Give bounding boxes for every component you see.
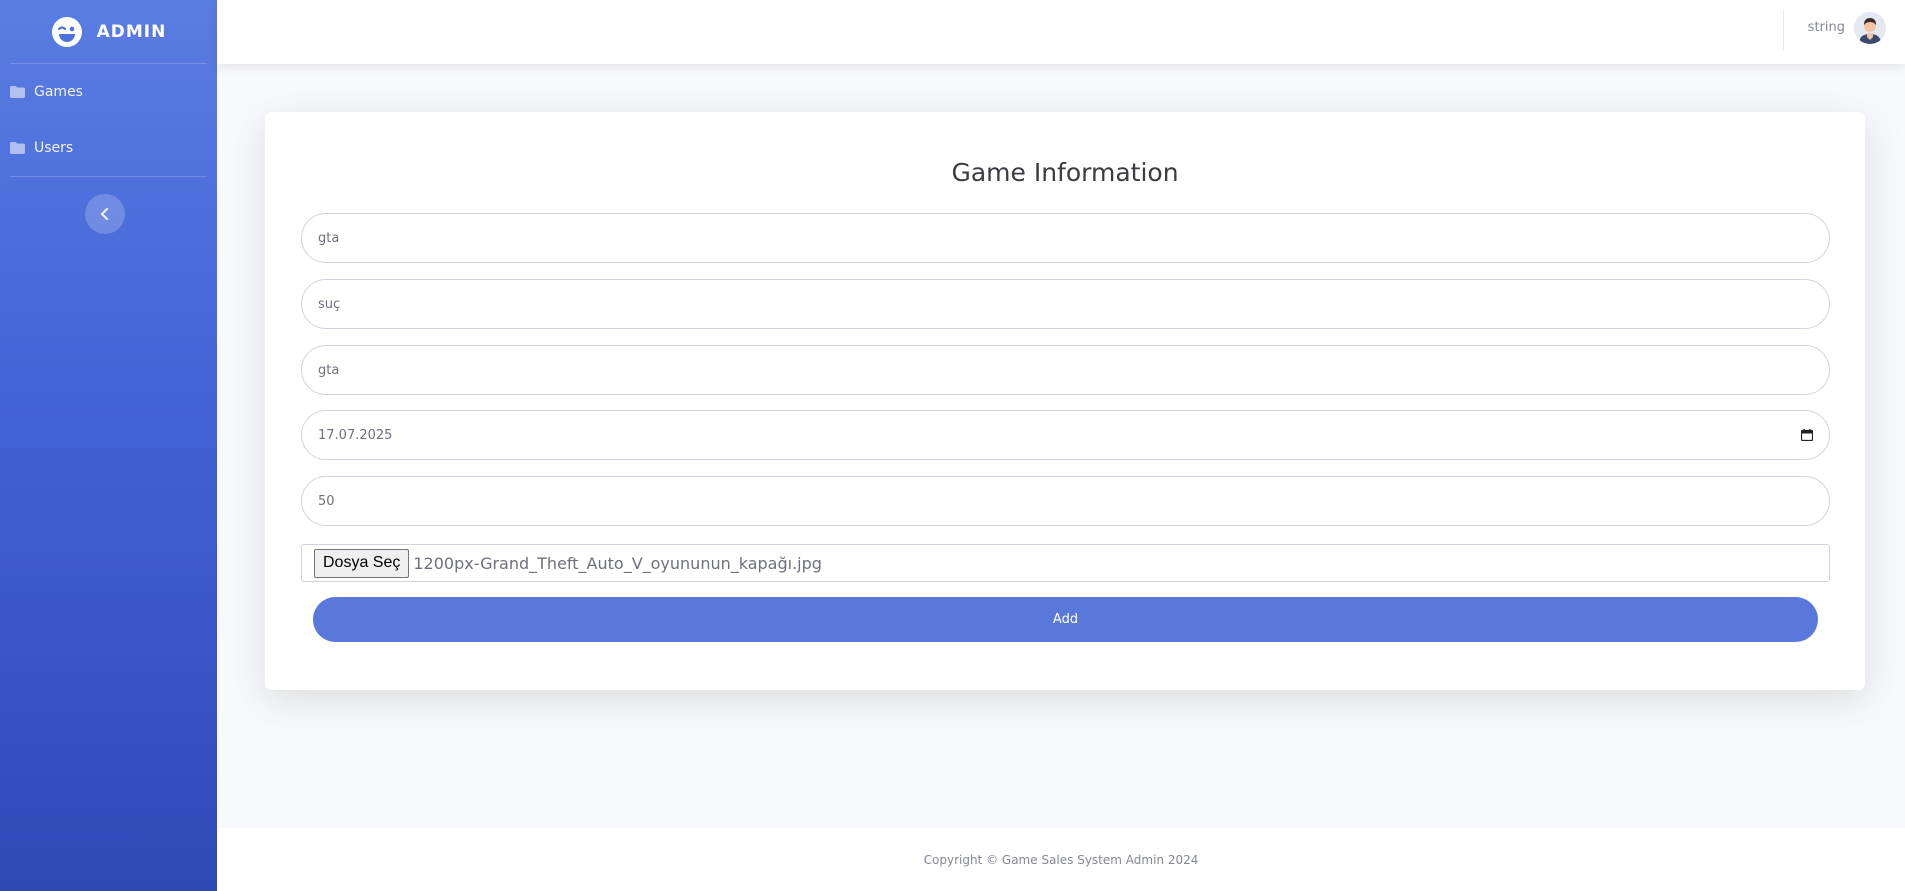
avatar[interactable] [1854,12,1886,44]
sidebar-item-label: Users [34,140,74,156]
release-date-field[interactable]: 17.07.2025 [301,410,1830,460]
topbar: string [217,0,1905,64]
description-field[interactable]: gta [301,345,1830,395]
folder-icon [10,142,25,154]
choose-file-button[interactable]: Dosya Seç [314,548,410,578]
sidebar: ADMIN Games Users [0,0,217,891]
category-field[interactable]: suç [301,279,1830,329]
sidebar-item-games[interactable]: Games [0,64,217,120]
sidebar-item-label: Games [34,84,83,100]
calendar-icon[interactable] [1800,429,1814,442]
folder-icon [10,86,25,98]
chevron-left-icon [100,205,110,224]
price-field[interactable]: 50 [301,476,1830,526]
game-form-card: Game Information gta suç gta 17.07.2025 … [265,112,1865,690]
copyright-text: Copyright © Game Sales System Admin 2024 [923,852,1199,867]
topbar-divider [1783,10,1784,50]
footer: Copyright © Game Sales System Admin 2024 [217,828,1905,891]
page-title: Game Information [951,158,1179,187]
sidebar-item-users[interactable]: Users [0,120,217,176]
laugh-wink-icon [51,16,83,48]
brand[interactable]: ADMIN [10,0,207,64]
add-button[interactable]: Add [313,597,1818,642]
name-field[interactable]: gta [301,213,1830,263]
user-avatar-icon [1854,12,1886,44]
sidebar-divider [10,176,207,177]
file-name: 1200px-Grand_Theft_Auto_V_oyununun_kapağ… [413,553,822,573]
file-input[interactable]: Dosya Seç 1200px-Grand_Theft_Auto_V_oyun… [301,544,1830,582]
brand-title: ADMIN [96,21,167,42]
release-date-value: 17.07.2025 [318,427,393,443]
sidebar-toggle-button[interactable] [85,194,125,234]
user-name[interactable]: string [1808,20,1845,35]
